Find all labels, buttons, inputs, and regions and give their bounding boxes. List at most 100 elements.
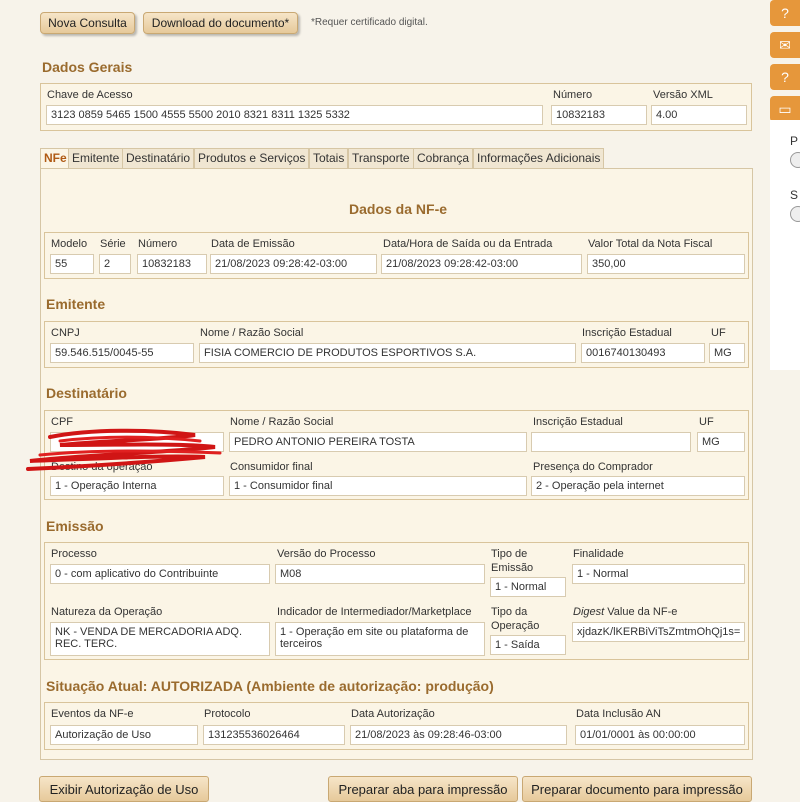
emitente-uf-label: UF bbox=[711, 327, 726, 339]
tipo-emissao-field: 1 - Normal bbox=[490, 577, 566, 597]
nfe-numero-field: 10832183 bbox=[137, 254, 207, 274]
versao-field: 4.00 bbox=[651, 105, 747, 125]
question-icon[interactable]: ? bbox=[770, 0, 800, 26]
intermediador-field: 1 - Operação em site ou plataforma de te… bbox=[275, 622, 485, 656]
versao-processo-field: M08 bbox=[275, 564, 485, 584]
emissao-date-field: 21/08/2023 09:28:42-03:00 bbox=[210, 254, 377, 274]
presenca-label: Presença do Comprador bbox=[533, 461, 653, 473]
emitente-nome-label: Nome / Razão Social bbox=[200, 327, 304, 339]
destino-field: 1 - Operação Interna bbox=[50, 476, 224, 496]
tipo-operacao-label-2: Operação bbox=[491, 620, 540, 632]
numero-field: 10832183 bbox=[551, 105, 647, 125]
preparar-documento-button[interactable]: Preparar documento para impressão bbox=[522, 776, 752, 802]
natureza-label: Natureza da Operação bbox=[51, 606, 163, 618]
eventos-field: Autorização de Uso bbox=[50, 725, 198, 745]
preparar-aba-button[interactable]: Preparar aba para impressão bbox=[328, 776, 518, 802]
digest-label: Digest Value da NF-e bbox=[573, 606, 677, 618]
emitente-uf-field: MG bbox=[709, 343, 745, 363]
emitente-box: CNPJ 59.546.515/0045-55 Nome / Razão Soc… bbox=[44, 321, 749, 368]
tipo-operacao-field: 1 - Saída bbox=[490, 635, 566, 655]
tipo-emissao-label-1: Tipo de bbox=[491, 548, 528, 560]
sidebar-p-label: P bbox=[790, 134, 799, 148]
digest-field: xjdazK/lKERBiViTsZmtmOhQj1s= bbox=[572, 622, 745, 642]
natureza-line-2: REC. TERC. bbox=[55, 638, 118, 650]
presenca-field: 2 - Operação pela internet bbox=[531, 476, 745, 496]
tipo-operacao-label-1: Tipo da bbox=[491, 606, 528, 618]
help-icon[interactable]: ? bbox=[770, 64, 800, 90]
dest-uf-field: MG bbox=[697, 432, 745, 452]
tab-destinatario[interactable]: Destinatário bbox=[122, 148, 195, 168]
mail-icon[interactable]: ✉ bbox=[770, 32, 800, 58]
modelo-label: Modelo bbox=[51, 238, 88, 250]
tab-transporte[interactable]: Transporte bbox=[348, 148, 414, 168]
nfe-panel-title: Dados da NF-e bbox=[349, 201, 448, 217]
new-query-button[interactable]: Nova Consulta bbox=[40, 12, 135, 34]
dest-uf-label: UF bbox=[699, 416, 714, 428]
digest-label-rest: Value da NF-e bbox=[604, 606, 678, 618]
destinatario-title: Destinatário bbox=[46, 385, 127, 401]
finalidade-field: 1 - Normal bbox=[572, 564, 745, 584]
intermediador-line-1: 1 - Operação em site ou plataforma de bbox=[280, 626, 469, 638]
dest-ie-label: Inscrição Estadual bbox=[533, 416, 623, 428]
natureza-line-1: NK - VENDA DE MERCADORIA ADQ. bbox=[55, 626, 243, 638]
dados-gerais-title: Dados Gerais bbox=[42, 59, 133, 75]
versao-processo-label: Versão do Processo bbox=[277, 548, 376, 560]
cnpj-field: 59.546.515/0045-55 bbox=[50, 343, 194, 363]
exibir-autorizacao-button[interactable]: Exibir Autorização de Uso bbox=[39, 776, 209, 802]
chave-field: 3123 0859 5465 1500 4555 5500 2010 8321 … bbox=[46, 105, 543, 125]
sidebar-radio-2[interactable] bbox=[790, 206, 800, 222]
tab-emitente[interactable]: Emitente bbox=[68, 148, 124, 168]
emitente-ie-label: Inscrição Estadual bbox=[582, 327, 672, 339]
digest-label-em: Digest bbox=[573, 606, 605, 618]
sidebar-panel: P S bbox=[770, 120, 800, 370]
consumidor-field: 1 - Consumidor final bbox=[229, 476, 527, 496]
dest-nome-field: PEDRO ANTONIO PEREIRA TOSTA bbox=[229, 432, 527, 452]
intermediador-line-2: terceiros bbox=[280, 638, 323, 650]
processo-label: Processo bbox=[51, 548, 97, 560]
dados-nfe-box: Modelo 55 Série 2 Número 10832183 Data d… bbox=[44, 232, 749, 279]
certificate-note: *Requer certificado digital. bbox=[311, 17, 428, 28]
emitente-ie-field: 0016740130493 bbox=[581, 343, 705, 363]
tab-nfe[interactable]: NFe bbox=[40, 148, 71, 170]
versao-label: Versão XML bbox=[653, 89, 713, 101]
consumidor-label: Consumidor final bbox=[230, 461, 313, 473]
saida-label: Data/Hora de Saída ou da Entrada bbox=[383, 238, 553, 250]
emitente-nome-field: FISIA COMERCIO DE PRODUTOS ESPORTIVOS S.… bbox=[199, 343, 576, 363]
sidebar-radio-1[interactable] bbox=[790, 152, 800, 168]
modelo-field: 55 bbox=[50, 254, 94, 274]
emissao-date-label: Data de Emissão bbox=[211, 238, 295, 250]
data-autorizacao-field: 21/08/2023 às 09:28:46-03:00 bbox=[350, 725, 567, 745]
window-icon[interactable]: ▭ bbox=[770, 96, 800, 122]
dados-gerais-box: Chave de Acesso 3123 0859 5465 1500 4555… bbox=[40, 83, 752, 131]
emissao-box: Processo 0 - com aplicativo do Contribui… bbox=[44, 542, 749, 660]
cnpj-label: CNPJ bbox=[51, 327, 80, 339]
sidebar-s-label: S bbox=[790, 188, 799, 202]
download-button[interactable]: Download do documento* bbox=[143, 12, 298, 34]
eventos-label: Eventos da NF-e bbox=[51, 708, 134, 720]
protocolo-field: 131235536026464 bbox=[203, 725, 345, 745]
emissao-title: Emissão bbox=[46, 518, 104, 534]
saida-field: 21/08/2023 09:28:42-03:00 bbox=[381, 254, 582, 274]
tab-cobranca[interactable]: Cobrança bbox=[413, 148, 474, 168]
total-field: 350,00 bbox=[587, 254, 745, 274]
numero-label: Número bbox=[553, 89, 593, 101]
processo-field: 0 - com aplicativo do Contribuinte bbox=[50, 564, 270, 584]
data-inclusao-label: Data Inclusão AN bbox=[576, 708, 661, 720]
tipo-emissao-label-2: Emissão bbox=[491, 562, 534, 574]
tab-produtos-servicos[interactable]: Produtos e Serviços bbox=[194, 148, 310, 168]
chave-label: Chave de Acesso bbox=[47, 89, 133, 101]
serie-field: 2 bbox=[99, 254, 131, 274]
natureza-field: NK - VENDA DE MERCADORIA ADQ. REC. TERC. bbox=[50, 622, 270, 656]
protocolo-label: Protocolo bbox=[204, 708, 251, 720]
nfe-numero-label: Número bbox=[138, 238, 178, 250]
dest-ie-field bbox=[531, 432, 691, 452]
total-label: Valor Total da Nota Fiscal bbox=[588, 238, 713, 250]
situacao-title: Situação Atual: AUTORIZADA (Ambiente de … bbox=[46, 678, 494, 694]
emitente-title: Emitente bbox=[46, 296, 106, 312]
redaction-scribble bbox=[26, 428, 222, 471]
data-inclusao-field: 01/01/0001 às 00:00:00 bbox=[575, 725, 745, 745]
tab-informacoes-adicionais[interactable]: Informações Adicionais bbox=[473, 148, 605, 168]
serie-label: Série bbox=[100, 238, 126, 250]
dest-nome-label: Nome / Razão Social bbox=[230, 416, 334, 428]
tab-totais[interactable]: Totais bbox=[309, 148, 349, 168]
